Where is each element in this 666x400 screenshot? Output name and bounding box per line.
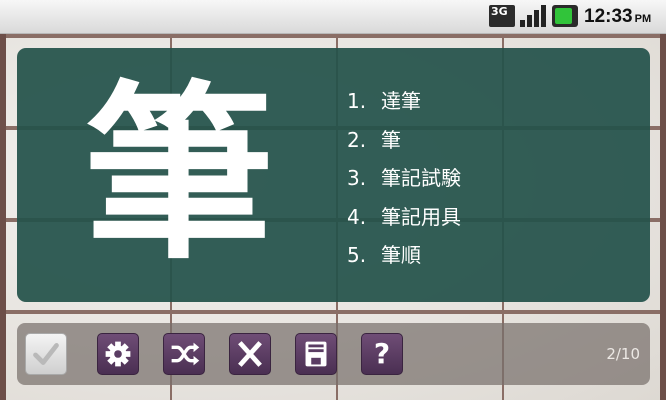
signal-icon <box>519 5 547 27</box>
help-button[interactable]: ? <box>361 333 403 375</box>
clock: 12:33 PM <box>584 6 652 27</box>
delete-button[interactable] <box>229 333 271 375</box>
battery-icon <box>552 5 578 27</box>
list-item: 2. 筆 <box>347 127 401 152</box>
page-counter: 2/10 <box>606 345 640 363</box>
gear-icon <box>105 341 131 367</box>
word-list: 1. 達筆 2. 筆 3. 筆記試験 4. 筆記用具 5. 筆順 <box>347 82 461 275</box>
bottom-toolbar: ? 2/10 <box>17 323 650 385</box>
list-item: 4. 筆記用具 <box>347 204 461 229</box>
kanji-character: 筆 <box>83 64 274 285</box>
3g-icon: 3G <box>489 5 515 27</box>
close-icon <box>238 341 262 367</box>
save-icon <box>305 341 327 367</box>
list-item: 1. 達筆 <box>347 89 421 113</box>
check-button[interactable] <box>25 333 67 375</box>
flashcard-board[interactable]: 筆 1. 達筆 2. 筆 3. 筆記試験 4. 筆記用具 5. 筆順 <box>17 48 650 302</box>
list-item: 3. 筆記試験 <box>347 166 461 190</box>
status-bar: 3G 12:33 PM <box>0 0 666 34</box>
list-item: 5. 筆順 <box>347 243 421 267</box>
shuffle-icon <box>171 342 200 366</box>
save-button[interactable] <box>295 333 337 375</box>
check-icon <box>33 343 59 365</box>
help-icon: ? <box>373 337 391 370</box>
settings-button[interactable] <box>97 333 139 375</box>
shuffle-button[interactable] <box>163 333 205 375</box>
